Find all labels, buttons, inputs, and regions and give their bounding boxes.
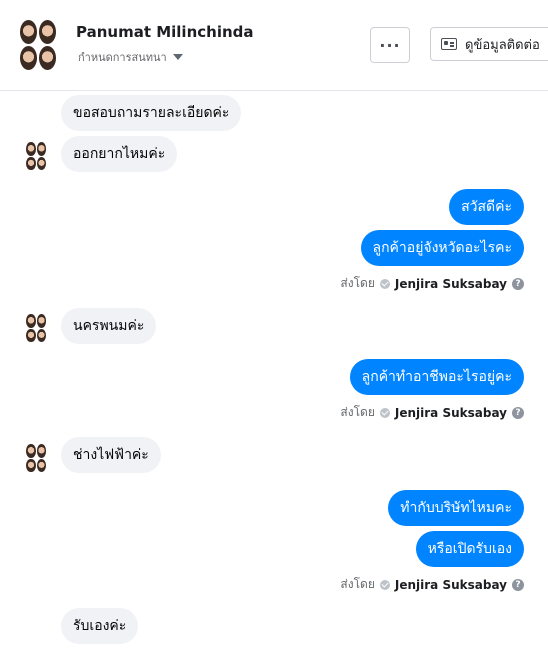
message-text: ลูกค้าอยู่จังหวัดอะไรคะ (372, 240, 513, 256)
sent-by-label: ส่งโดย (340, 405, 375, 419)
contact-name[interactable]: Panumat Milinchinda (76, 23, 254, 41)
message-text: สวัสดีค่ะ (461, 199, 512, 215)
contact-avatar-small (26, 444, 46, 472)
contact-card-icon (441, 38, 457, 50)
message-outgoing[interactable]: ลูกค้าทำอาชีพอะไรอยู่คะ (349, 359, 524, 395)
agent-name: Jenjira Suksabay (394, 405, 507, 420)
check-icon (379, 278, 390, 289)
sent-by-line: ส่งโดย Jenjira Suksabay ? (340, 575, 524, 594)
more-options-button[interactable]: ··· (370, 27, 410, 63)
message-outgoing[interactable]: ทำกับบริษัทไหมคะ (388, 490, 524, 526)
sent-by-label: ส่งโดย (340, 276, 375, 290)
view-contact-info-button[interactable]: ดูข้อมูลติดต่อ (430, 27, 548, 61)
message-outgoing[interactable]: สวัสดีค่ะ (449, 189, 524, 225)
message-text: ช่างไฟฟ้าค่ะ (73, 447, 149, 463)
message-incoming[interactable]: ขอสอบถามรายละเอียดค่ะ (61, 95, 242, 131)
assign-conversation-label: กำหนดการสนทนา (78, 51, 167, 64)
help-icon[interactable]: ? (512, 277, 524, 290)
sent-by-line: ส่งโดย Jenjira Suksabay ? (340, 403, 524, 422)
help-icon[interactable]: ? (512, 406, 524, 419)
agent-name: Jenjira Suksabay (394, 577, 507, 592)
message-text: ทำกับบริษัทไหมคะ (400, 500, 512, 516)
view-contact-info-label: ดูข้อมูลติดต่อ (465, 37, 540, 53)
sent-by-label: ส่งโดย (340, 577, 375, 591)
message-outgoing[interactable]: หรือเปิดรับเอง (415, 531, 524, 567)
message-incoming[interactable]: ช่างไฟฟ้าค่ะ (61, 437, 161, 473)
help-icon[interactable]: ? (512, 578, 524, 591)
contact-avatar-small (26, 314, 46, 342)
assign-conversation-dropdown[interactable]: กำหนดการสนทนา (78, 48, 183, 66)
more-icon: ··· (379, 35, 401, 55)
check-icon (379, 579, 390, 590)
message-text: ลูกค้าทำอาชีพอะไรอยู่คะ (361, 369, 512, 385)
sent-by-line: ส่งโดย Jenjira Suksabay ? (340, 274, 524, 293)
message-text: นครพนมค่ะ (73, 318, 145, 334)
contact-avatar[interactable] (20, 20, 56, 70)
message-text: รับเองค่ะ (73, 618, 127, 634)
conversation-header: Panumat Milinchinda กำหนดการสนทนา ··· ดู… (0, 0, 548, 91)
message-text: หรือเปิดรับเอง (427, 541, 512, 557)
message-text: ออกยากไหมค่ะ (73, 146, 166, 162)
message-text: ขอสอบถามรายละเอียดค่ะ (73, 105, 230, 121)
message-incoming[interactable]: รับเองค่ะ (61, 608, 139, 644)
caret-down-icon (172, 54, 183, 60)
message-incoming[interactable]: นครพนมค่ะ (61, 308, 157, 344)
agent-name: Jenjira Suksabay (394, 276, 507, 291)
contact-avatar-small (26, 142, 46, 170)
message-outgoing[interactable]: ลูกค้าอยู่จังหวัดอะไรคะ (360, 230, 524, 266)
message-incoming[interactable]: ออกยากไหมค่ะ (61, 136, 178, 172)
check-icon (379, 407, 390, 418)
